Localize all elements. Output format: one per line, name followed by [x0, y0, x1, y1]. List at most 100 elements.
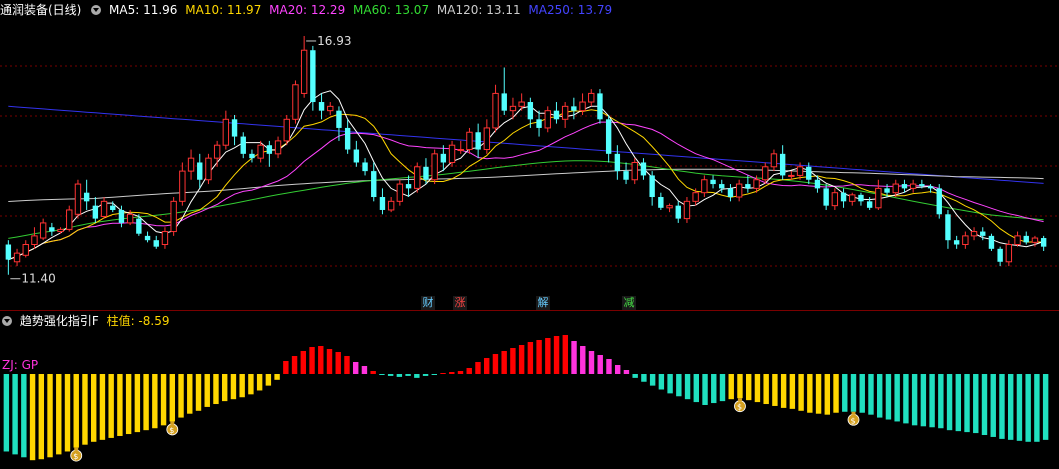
indicator-bar — [553, 336, 560, 374]
indicator-bar — [178, 374, 184, 418]
indicator-bar — [309, 347, 315, 374]
indicator-bar — [903, 374, 909, 424]
indicator-bar — [920, 374, 927, 427]
indicator-bar — [457, 371, 464, 374]
indicator-bar — [466, 368, 472, 374]
money-bag-icon: $ — [734, 398, 746, 413]
indicator-bar — [929, 374, 935, 428]
indicator-bar — [422, 374, 429, 376]
indicator-bar — [1007, 374, 1014, 440]
indicator-bar — [12, 374, 18, 455]
indicator-bar — [938, 374, 944, 429]
indicator-bar — [204, 374, 210, 407]
indicator-bar — [667, 374, 673, 394]
indicator-bar — [815, 374, 822, 414]
indicator-bar — [842, 374, 848, 412]
indicator-bar — [230, 374, 237, 400]
indicator-bar — [99, 374, 106, 440]
indicator-bar — [431, 374, 438, 375]
indicator-bar — [693, 374, 700, 403]
indicator-bar — [405, 374, 411, 376]
indicator-bar — [265, 374, 272, 386]
indicator-bar — [684, 374, 691, 400]
indicator-bar — [387, 374, 394, 376]
indicator-bar — [361, 366, 368, 374]
indicator-bar — [990, 374, 996, 437]
indicator-bar — [108, 374, 114, 438]
indicator-bar — [527, 342, 534, 374]
indicator-bar — [754, 374, 761, 403]
indicator-bar — [370, 371, 376, 374]
indicator-chart[interactable]: $ $ $ $ — [0, 0, 1059, 469]
indicator-bar — [850, 374, 857, 412]
indicator-bar — [737, 374, 743, 399]
indicator-bar — [326, 349, 333, 374]
indicator-bar — [187, 374, 193, 414]
indicator-bar — [964, 374, 970, 433]
indicator-bar — [379, 374, 385, 375]
indicator-bar — [483, 358, 490, 374]
indicator-bar — [47, 374, 53, 458]
indicator-bar — [21, 374, 27, 458]
svg-text:$: $ — [737, 403, 742, 412]
indicator-bar — [999, 374, 1005, 439]
indicator-bar — [719, 374, 726, 402]
indicator-bar — [475, 362, 481, 374]
indicator-bar — [82, 374, 88, 445]
indicator-bar — [641, 374, 647, 382]
indicator-bar — [134, 374, 141, 433]
indicator-bar — [623, 370, 630, 374]
indicator-bar — [510, 348, 516, 374]
indicator-bar — [973, 374, 979, 434]
indicator-bar — [160, 374, 167, 426]
indicator-bar — [143, 374, 149, 431]
indicator-bar — [580, 346, 586, 374]
indicator-bar — [833, 374, 839, 413]
indicator-bar — [256, 374, 263, 391]
svg-text:$: $ — [169, 426, 174, 435]
indicator-bar — [352, 362, 359, 374]
indicator-bar — [571, 341, 577, 374]
indicator-bar — [414, 374, 420, 378]
indicator-bar — [728, 374, 734, 400]
indicator-bar — [300, 351, 307, 374]
indicator-bar — [606, 359, 612, 374]
indicator-bar — [798, 374, 804, 411]
indicator-bar — [859, 374, 865, 413]
indicator-bar — [1034, 374, 1040, 442]
indicator-bar — [955, 374, 962, 432]
indicator-bar — [885, 374, 892, 420]
indicator-bar — [946, 374, 953, 431]
indicator-bar — [588, 351, 595, 374]
indicator-bar — [772, 374, 778, 406]
money-bag-icon: $ — [166, 421, 179, 436]
indicator-bar — [545, 338, 551, 374]
indicator-bar — [3, 374, 10, 452]
indicator-bar — [876, 374, 883, 418]
indicator-bar — [291, 356, 298, 374]
indicator-bar — [911, 374, 918, 426]
indicator-bar — [614, 365, 621, 374]
indicator-bar — [440, 373, 446, 374]
indicator-bar — [789, 374, 796, 409]
indicator-bar — [632, 374, 638, 378]
indicator-bar — [318, 346, 324, 374]
svg-text:$: $ — [851, 416, 856, 425]
indicator-bar — [868, 374, 874, 415]
money-bag-icon: $ — [847, 411, 860, 426]
indicator-bar — [117, 374, 123, 436]
indicator-bar — [562, 335, 569, 374]
indicator-bar — [29, 374, 36, 461]
indicator-bar — [38, 374, 45, 460]
indicator-bar — [221, 374, 228, 402]
indicator-bar — [213, 374, 219, 405]
indicator-bar — [536, 340, 542, 374]
indicator-bar — [152, 374, 158, 429]
indicator-bar — [745, 374, 752, 401]
indicator-bar — [501, 351, 507, 374]
indicator-bar — [239, 374, 245, 398]
indicator-bar — [807, 374, 813, 413]
indicator-bar — [344, 356, 350, 374]
indicator-bar — [449, 372, 455, 374]
indicator-bar — [763, 374, 769, 405]
